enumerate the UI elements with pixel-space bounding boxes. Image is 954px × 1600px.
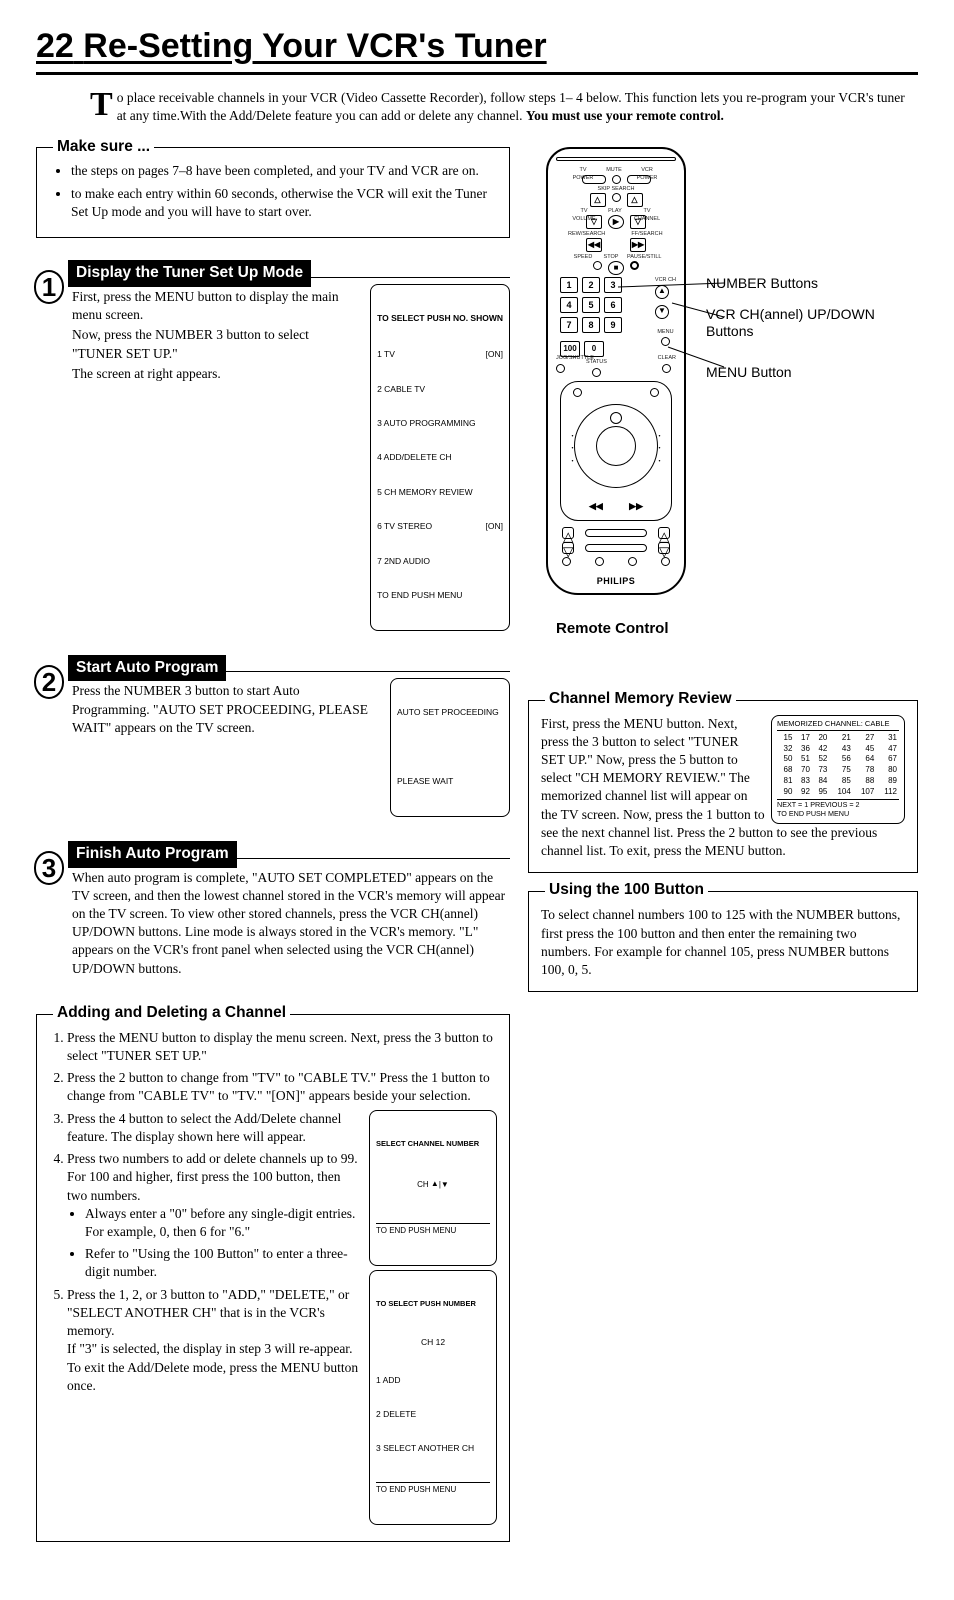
clear-button[interactable] <box>662 364 671 373</box>
status-button[interactable] <box>592 368 601 377</box>
jog-dot-l <box>573 388 582 397</box>
vcr-ch-up[interactable]: ▲ <box>655 285 669 299</box>
memorized-channel-box: MEMORIZED CHANNEL: CABLE 151720212731 32… <box>771 715 905 824</box>
vcr-ch-down[interactable]: ▼ <box>655 305 669 319</box>
step-3-number: 3 <box>34 851 64 885</box>
play-button[interactable]: ▶ <box>608 215 624 229</box>
make-sure-item-1: the steps on pages 7–8 have been complet… <box>71 162 497 180</box>
remote-callouts: NUMBER Buttons VCR CH(annel) UP/DOWN But… <box>706 275 918 394</box>
step-2-number: 2 <box>34 665 64 699</box>
step-2-osd: AUTO SET PROCEEDING PLEASE WAIT <box>390 678 510 816</box>
key-2[interactable]: 2 <box>582 277 600 293</box>
step-1-number: 1 <box>34 270 64 304</box>
step-1-bar: Display the Tuner Set Up Mode <box>68 260 311 287</box>
pause-button[interactable] <box>630 261 639 270</box>
add-del-1: Press the MENU button to display the men… <box>67 1029 497 1065</box>
key-9[interactable]: 9 <box>604 317 622 333</box>
key-5[interactable]: 5 <box>582 297 600 313</box>
key-6[interactable]: 6 <box>604 297 622 313</box>
add-del-3: SELECT CHANNEL NUMBER CH ▲|▼ TO END PUSH… <box>67 1110 497 1146</box>
menu-button[interactable] <box>661 337 670 346</box>
add-del-5-tail1: If "3" is selected, the display in step … <box>67 1341 352 1356</box>
tv-ch-down[interactable]: ▽ <box>630 215 646 229</box>
key-3[interactable]: 3 <box>604 277 622 293</box>
step-1-line-2: Now, press the NUMBER 3 button to select… <box>72 326 360 362</box>
btn100-title: Using the 100 Button <box>545 880 708 901</box>
aux-3[interactable] <box>628 557 637 566</box>
step-1-line-3: The screen at right appears. <box>72 365 360 383</box>
step-1-line-1: First, press the MENU button to display … <box>72 288 360 324</box>
add-delete-title: Adding and Deleting a Channel <box>53 1003 290 1024</box>
step-1-osd: TO SELECT PUSH NO. SHOWN 1 TV[ON] 2 CABL… <box>370 284 510 631</box>
btn100-body: To select channel numbers 100 to 125 wit… <box>541 906 905 979</box>
remote-brand: PHILIPS <box>548 575 684 587</box>
rec-button[interactable] <box>585 529 647 537</box>
rew-button[interactable]: ◀◀ <box>586 238 602 252</box>
callout-number-buttons: NUMBER Buttons <box>706 275 918 292</box>
make-sure-item-2: to make each entry within 60 seconds, ot… <box>71 185 497 221</box>
page-title: 22 Re-Setting Your VCR's Tuner <box>36 24 918 75</box>
mem-review-panel: Channel Memory Review MEMORIZED CHANNEL:… <box>528 700 918 874</box>
index-button[interactable]: ▽ <box>562 542 574 554</box>
add-del-osd-a: SELECT CHANNEL NUMBER CH ▲|▼ TO END PUSH… <box>369 1110 497 1266</box>
lower-buttons: △ △ ▽ ▽ <box>562 527 670 569</box>
add-delete-panel: Adding and Deleting a Channel Press the … <box>36 1014 510 1542</box>
btn100-panel: Using the 100 Button To select channel n… <box>528 891 918 992</box>
intro-text: o place receivable channels in your VCR … <box>117 90 905 123</box>
make-sure-panel: Make sure ... the steps on pages 7–8 hav… <box>36 147 510 238</box>
step-1: 1 Display the Tuner Set Up Mode First, p… <box>36 256 510 631</box>
callout-menu: MENU Button <box>706 364 918 381</box>
display-button[interactable]: ▽ <box>658 542 670 554</box>
step-2-line-1: Press the NUMBER 3 button to start Auto … <box>72 682 380 737</box>
add-del-osd-b: TO SELECT PUSH NUMBER CH 12 1 ADD 2 DELE… <box>369 1270 497 1524</box>
stop-button[interactable]: ■ <box>608 261 624 275</box>
program-button[interactable]: △ <box>658 527 670 539</box>
speed-button[interactable] <box>593 261 602 270</box>
step-3-bar: Finish Auto Program <box>68 841 237 868</box>
remote-diagram: TV POWER MUTE VCR POWER SKIP SEARCH △ △ … <box>528 147 918 595</box>
mem-review-title: Channel Memory Review <box>545 689 736 710</box>
step-2: 2 Start Auto Program Press the NUMBER 3 … <box>36 651 510 817</box>
jog-toggle[interactable] <box>556 364 565 373</box>
tv-vol-down[interactable]: ▽ <box>586 215 602 229</box>
vcr-power-button[interactable] <box>627 175 651 184</box>
tv-vcr-button[interactable] <box>585 544 647 552</box>
make-sure-title: Make sure ... <box>53 137 154 158</box>
key-7[interactable]: 7 <box>560 317 578 333</box>
aux-4[interactable] <box>661 557 670 566</box>
remote-caption: Remote Control <box>556 619 918 639</box>
ff-button[interactable]: ▶▶ <box>630 238 646 252</box>
remote-outline: TV POWER MUTE VCR POWER SKIP SEARCH △ △ … <box>546 147 686 595</box>
callout-vcr-ch: VCR CH(annel) UP/DOWN Buttons <box>706 306 918 340</box>
skip-fwd-button[interactable]: △ <box>627 193 643 207</box>
aux-2[interactable] <box>595 557 604 566</box>
key-1[interactable]: 1 <box>560 277 578 293</box>
skip-back-button[interactable]: △ <box>590 193 606 207</box>
step-2-bar: Start Auto Program <box>68 655 226 682</box>
timer-button[interactable]: △ <box>562 527 574 539</box>
step-3-body: When auto program is complete, "AUTO SET… <box>72 869 510 978</box>
key-8[interactable]: 8 <box>582 317 600 333</box>
jog-dot-r <box>650 388 659 397</box>
jog-shuttle-area: ··· ··· ◀◀ ▶▶ <box>560 381 672 521</box>
mute-button[interactable] <box>612 175 621 184</box>
number-keypad: 1 2 3 4 5 6 7 8 9 <box>560 277 622 333</box>
add-del-5-tail2: To exit the Add/Delete mode, press the M… <box>67 1360 358 1393</box>
intro-paragraph: T o place receivable channels in your VC… <box>36 89 918 125</box>
tv-power-button[interactable] <box>582 175 606 184</box>
step-3: 3 Finish Auto Program When auto program … <box>36 837 510 978</box>
skip-search-button[interactable] <box>612 193 621 202</box>
dropcap: T <box>90 91 117 120</box>
aux-1[interactable] <box>562 557 571 566</box>
key-4[interactable]: 4 <box>560 297 578 313</box>
add-del-2: Press the 2 button to change from "TV" t… <box>67 1069 497 1105</box>
intro-bold: You must use your remote control. <box>526 108 724 123</box>
ir-window <box>556 157 676 161</box>
